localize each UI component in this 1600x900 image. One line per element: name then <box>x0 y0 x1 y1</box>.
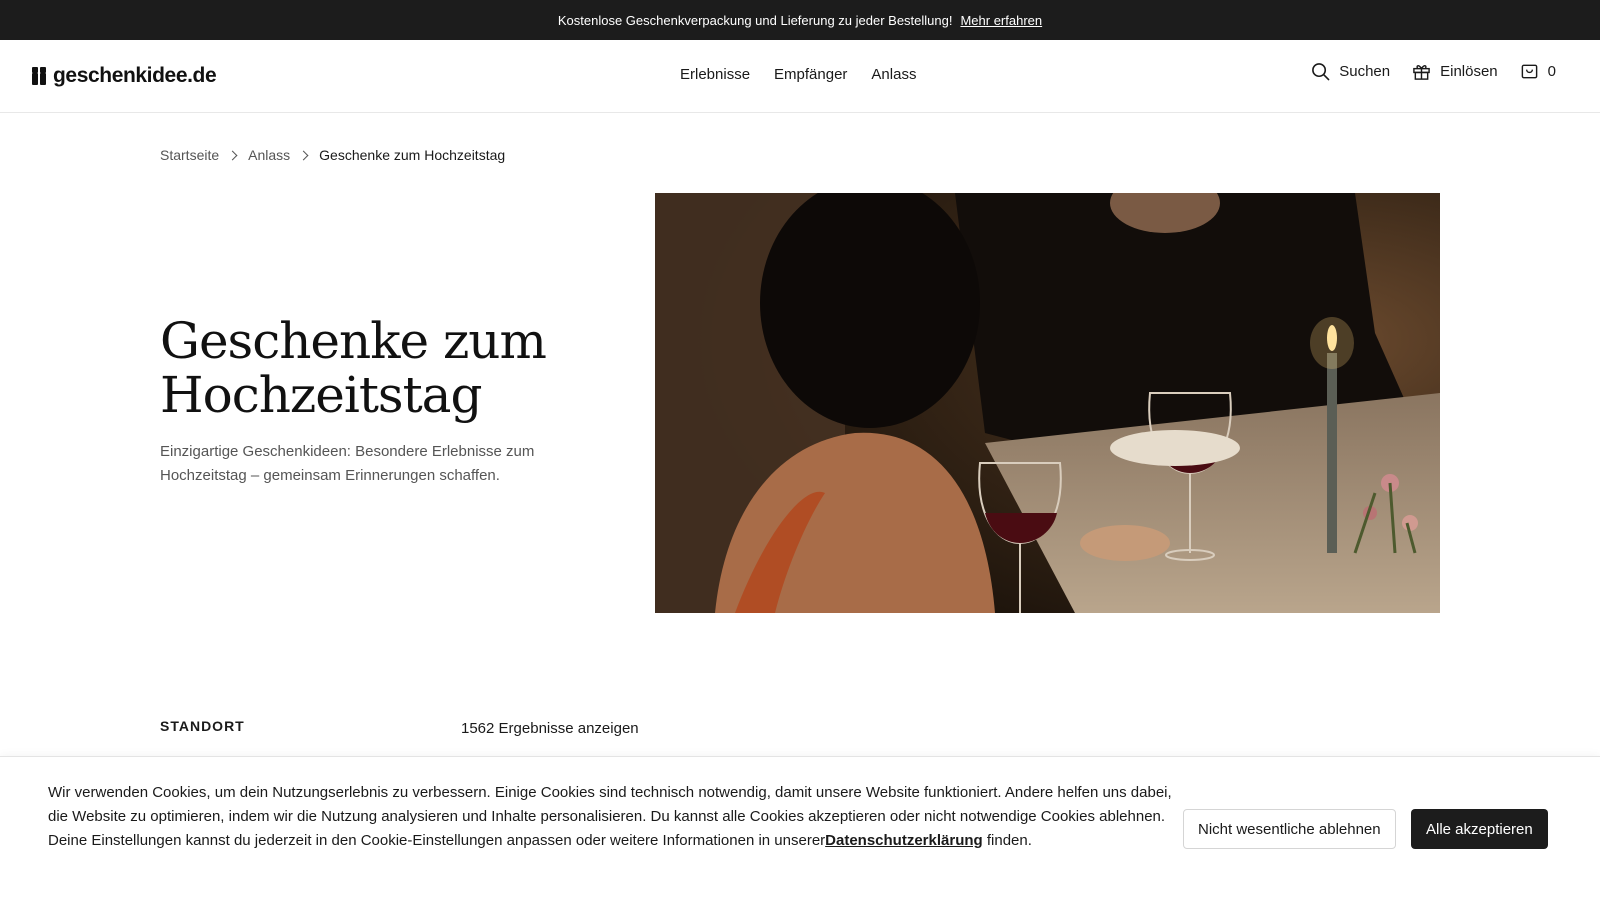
site-header: geschenkidee.de Erlebnisse Empfänger Anl… <box>0 40 1600 113</box>
location-filter-label[interactable]: STANDORT <box>160 718 245 734</box>
gift-icon <box>1413 65 1430 80</box>
result-count: 1562 Ergebnisse anzeigen <box>461 720 639 737</box>
cart-count: 0 <box>1547 63 1556 80</box>
search-icon <box>1312 63 1330 81</box>
main-nav: Erlebnisse Empfänger Anlass <box>680 66 916 83</box>
breadcrumb-anlass[interactable]: Anlass <box>248 147 290 163</box>
cart-button[interactable]: 0 <box>1520 62 1556 81</box>
chevron-right-icon <box>227 150 238 160</box>
header-actions: Suchen Einlösen 0 <box>1311 62 1556 81</box>
search-label: Suchen <box>1339 63 1391 80</box>
site-logo[interactable]: geschenkidee.de <box>32 64 217 88</box>
cookie-body-end: finden. <box>986 832 1032 849</box>
cart-icon <box>1521 64 1537 79</box>
breadcrumb: Startseite Anlass Geschenke zum Hochzeit… <box>160 147 505 163</box>
redeem-label: Einlösen <box>1440 63 1498 80</box>
logo-text: geschenkidee.de <box>53 64 217 87</box>
search-button[interactable]: Suchen <box>1311 62 1390 81</box>
nav-item-anlass[interactable]: Anlass <box>871 66 916 83</box>
page-description: Einzigartige Geschenkideen: Besondere Er… <box>160 443 535 484</box>
hero-image <box>655 193 1440 613</box>
logo-mark-icon <box>32 67 47 85</box>
promo-more-link[interactable]: Mehr erfahren <box>960 13 1042 28</box>
privacy-policy-link[interactable]: Datenschutzerklärung <box>825 832 983 849</box>
cookie-banner: Wir verwenden Cookies, um dein Nutzungse… <box>0 756 1600 900</box>
decline-nonessential-button[interactable]: Nicht wesentliche ablehnen <box>1183 809 1396 849</box>
nav-item-empfaenger[interactable]: Empfänger <box>774 66 847 83</box>
nav-item-erlebnisse[interactable]: Erlebnisse <box>680 66 750 83</box>
chevron-right-icon <box>298 150 309 160</box>
promo-text: Kostenlose Geschenkverpackung und Liefer… <box>557 12 953 28</box>
breadcrumb-current: Geschenke zum Hochzeitstag <box>319 147 506 163</box>
breadcrumb-home[interactable]: Startseite <box>160 147 219 163</box>
page-title: Geschenke zum Hochzeitstag <box>160 312 547 424</box>
accept-all-button[interactable]: Alle akzeptieren <box>1411 809 1548 849</box>
cookie-text: Wir verwenden Cookies, um dein Nutzungse… <box>48 781 1178 853</box>
promo-bar: Kostenlose Geschenkverpackung und Liefer… <box>0 0 1600 40</box>
redeem-button[interactable]: Einlösen <box>1412 62 1498 81</box>
